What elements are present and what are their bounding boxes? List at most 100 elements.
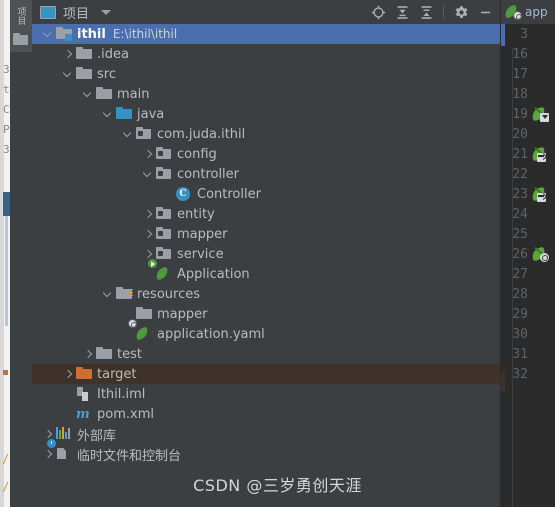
tree-row[interactable]: Application [32, 259, 500, 284]
project-panel-header: 项目 [32, 0, 500, 24]
tree-row-label: application.yaml [157, 326, 265, 342]
tree-row-label: src [97, 66, 116, 82]
gutter-line[interactable]: 23 [501, 184, 555, 204]
chevron-right-icon[interactable] [142, 249, 153, 260]
gutter-line[interactable]: 26 [501, 244, 555, 264]
gutter-line[interactable]: 22 [501, 164, 555, 184]
tree-row[interactable]: target [32, 364, 500, 384]
chevron-down-icon[interactable] [102, 289, 113, 300]
tree-row[interactable]: java [32, 104, 500, 124]
tree-row[interactable]: Ithil.iml [32, 384, 500, 404]
tree-row[interactable]: .idea [32, 44, 500, 64]
gutter-line[interactable]: 16 [501, 44, 555, 64]
gutter-icon-empty [532, 227, 547, 241]
tree-row-path: E:\ithil\ithil [112, 27, 178, 41]
hide-panel-icon[interactable] [474, 1, 496, 23]
chevron-down-icon[interactable] [101, 9, 112, 15]
spring-bean-arrow-icon[interactable] [530, 146, 547, 162]
tree-row[interactable]: test [32, 344, 500, 364]
gutter-line[interactable]: 28 [501, 284, 555, 304]
gutter-line[interactable]: 32 [501, 364, 555, 384]
gutter-line[interactable]: 3 [501, 24, 555, 44]
tree-row[interactable]: com.juda.ithil [32, 124, 500, 144]
tree-row[interactable]: mapper [32, 224, 500, 244]
gutter-line-number: 27 [512, 266, 528, 282]
tree-row[interactable]: application.yaml [32, 319, 500, 344]
spring-bean-caret-icon[interactable] [530, 106, 549, 122]
tree-row[interactable]: config [32, 144, 500, 164]
folder-grey-icon [136, 307, 152, 321]
tree-row[interactable]: 外部库 [32, 424, 500, 444]
sidebar-tab-project[interactable]: 项目 [11, 3, 31, 29]
chevron-down-icon[interactable] [62, 69, 73, 80]
scratches-consoles-icon [47, 439, 72, 461]
gutter-line[interactable]: 17 [501, 64, 555, 84]
tree-row[interactable]: 临时文件和控制台 [32, 439, 500, 464]
gutter-line[interactable]: 24 [501, 204, 555, 224]
external-libraries-icon [56, 427, 72, 441]
chevron-down-icon[interactable] [42, 29, 53, 40]
collapse-all-icon[interactable] [415, 1, 437, 23]
tree-row[interactable]: resources [32, 284, 500, 304]
package-icon [156, 167, 172, 181]
tree-row[interactable]: ithil E:\ithil\ithil [32, 24, 500, 44]
chevron-right-icon[interactable] [142, 209, 153, 220]
tree-row[interactable]: service [32, 244, 500, 264]
gutter-line[interactable]: 18 [501, 84, 555, 104]
chevron-right-icon[interactable] [62, 369, 73, 380]
gutter-line[interactable]: 20 [501, 124, 555, 144]
tree-row[interactable]: controller [32, 164, 500, 184]
tree-row[interactable]: src [32, 64, 500, 84]
tree-row-label: Application [177, 266, 250, 282]
gutter-line-number: 19 [512, 106, 528, 122]
gutter-icon-empty [532, 307, 547, 321]
tree-row[interactable]: mapper [32, 304, 500, 324]
folder-icon[interactable] [13, 33, 28, 45]
chevron-down-icon[interactable] [122, 129, 133, 140]
editor-tab-application-yaml[interactable]: app [501, 0, 548, 24]
tree-row[interactable]: C Controller [32, 184, 500, 204]
chevron-down-icon[interactable] [82, 89, 93, 100]
chevron-down-icon[interactable] [142, 169, 153, 180]
gutter-line-number: 28 [512, 286, 528, 302]
chevron-right-icon[interactable] [42, 449, 53, 460]
gutter-line-number: 22 [512, 166, 528, 182]
package-icon [156, 207, 172, 221]
spring-bean-round-icon[interactable] [530, 246, 549, 262]
left-tool-strip [10, 0, 32, 507]
chevron-right-icon[interactable] [42, 429, 53, 440]
tree-row-label: com.juda.ithil [157, 126, 246, 142]
chevron-right-icon[interactable] [62, 49, 73, 60]
gutter-line[interactable]: 19 [501, 104, 555, 124]
chevron-right-icon[interactable] [142, 149, 153, 160]
spring-bean-arrow-icon[interactable] [530, 186, 547, 202]
editor-tab-label: app [525, 5, 548, 19]
gutter-line-number: 18 [512, 86, 528, 102]
tree-row[interactable]: entity [32, 204, 500, 224]
gutter-line[interactable]: 21 [501, 144, 555, 164]
gutter-line[interactable]: 30 [501, 324, 555, 344]
settings-gear-icon[interactable] [450, 1, 472, 23]
tree-row-label: config [177, 146, 217, 162]
expand-all-icon[interactable] [391, 1, 413, 23]
tree-row[interactable]: main [32, 84, 500, 104]
chevron-down-icon[interactable] [102, 109, 113, 120]
chevron-right-icon[interactable] [142, 229, 153, 240]
select-opened-file-icon[interactable] [367, 1, 389, 23]
tree-row[interactable]: m pom.xml [32, 404, 500, 424]
spring-boot-run-icon [148, 259, 172, 281]
gutter-icon-empty [532, 287, 547, 301]
iml-module-icon [76, 387, 92, 401]
chevron-right-icon[interactable] [82, 349, 93, 360]
tree-row-label: 外部库 [77, 428, 117, 444]
gutter-line[interactable]: 27 [501, 264, 555, 284]
gutter-line-number: 26 [512, 246, 528, 262]
gutter-line[interactable]: 31 [501, 344, 555, 364]
gutter-line-number: 32 [512, 366, 528, 382]
editor-gutter[interactable]: 3 16 17 18 19 20 21 22 23 24 25 26 27 28 29 30 31 32 [501, 24, 555, 507]
tree-row-label: mapper [157, 306, 208, 322]
gutter-line[interactable]: 25 [501, 224, 555, 244]
gutter-line-number: 25 [512, 226, 528, 242]
project-tree[interactable]: ithil E:\ithil\ithil .idea src main java com.j… [32, 24, 500, 507]
gutter-line[interactable]: 29 [501, 304, 555, 324]
